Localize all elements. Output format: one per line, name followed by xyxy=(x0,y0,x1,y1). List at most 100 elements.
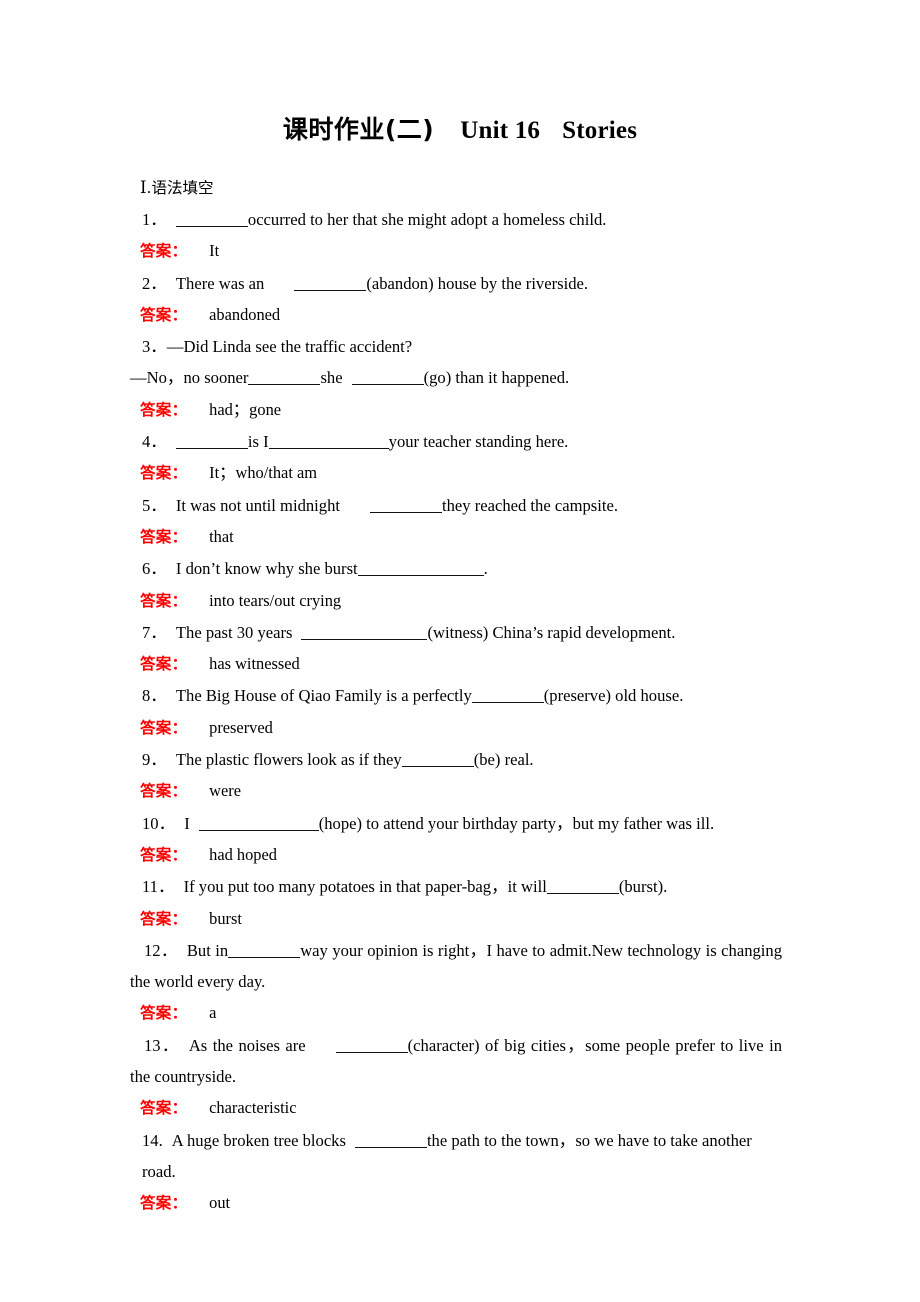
answer-blank[interactable] xyxy=(546,880,619,895)
answer-row: 答案： It xyxy=(140,235,920,267)
answer-blank[interactable] xyxy=(351,371,424,386)
answer-value: were xyxy=(209,781,241,801)
question-answer-list: 1． occurred to her that she might adopt a… xyxy=(0,204,920,1220)
answer-value: into tears/out crying xyxy=(209,590,342,610)
question-text: As the noises are xyxy=(188,1035,306,1055)
answer-value: out xyxy=(209,1193,231,1213)
answer-colon: ： xyxy=(171,718,188,737)
question-item: 14. A huge broken tree blocks the path to … xyxy=(142,1125,920,1188)
question-item: 6． I don’t know why she burst. xyxy=(142,553,920,584)
answer-row: 答案： It；who/that am xyxy=(140,457,920,489)
answer-label: 答案 xyxy=(140,1004,172,1023)
answer-label: 答案 xyxy=(140,909,172,928)
question-text-cont: your teacher standing here. xyxy=(388,432,569,452)
answer-blank[interactable] xyxy=(357,562,484,577)
question-text: —Did Linda see the traffic accident? xyxy=(166,337,413,357)
answer-label: 答案 xyxy=(140,305,172,324)
question-number: 14. xyxy=(142,1130,163,1150)
answer-blank[interactable] xyxy=(471,689,544,704)
answer-blank[interactable] xyxy=(175,213,248,227)
question-text-cont: (be) real. xyxy=(473,750,534,770)
question-text-cont: (burst). xyxy=(618,877,668,897)
answer-label: 答案 xyxy=(140,400,172,419)
question-item: 3．—Did Linda see the traffic accident? xyxy=(142,331,920,362)
answer-row: 答案： were xyxy=(140,775,920,807)
answer-colon: ： xyxy=(171,527,188,546)
answer-value: abandoned xyxy=(209,304,281,324)
answer-blank[interactable] xyxy=(354,1134,427,1148)
question-item: 13． As the noises are (character) of big c… xyxy=(130,1030,782,1093)
question-text: There was an xyxy=(175,273,265,293)
question-number: 2． xyxy=(142,273,167,293)
question-text-cont: (abandon) house by the riverside. xyxy=(366,273,589,293)
question-text: It was not until midnight xyxy=(175,495,340,515)
answer-value: It xyxy=(209,241,220,261)
answer-row: 答案： that xyxy=(140,521,920,553)
question-text-cont: (hope) to attend your birthday party，but… xyxy=(318,813,715,833)
question-text: The past 30 years xyxy=(175,622,293,642)
section-heading: Ⅰ.语法填空 xyxy=(140,172,920,204)
answer-row: 答案： preserved xyxy=(140,712,920,744)
question-item: 12． But in way your opinion is right，I hav… xyxy=(130,935,782,998)
question-number: 13． xyxy=(144,1035,180,1055)
answer-label: 答案 xyxy=(140,464,172,483)
answer-label: 答案 xyxy=(140,845,172,864)
question-text: The Big House of Qiao Family is a perfec… xyxy=(175,686,472,706)
answer-label: 答案 xyxy=(140,1099,172,1118)
question-number: 5． xyxy=(142,495,167,515)
answer-blank[interactable] xyxy=(301,626,428,640)
answer-value: had；gone xyxy=(209,399,282,419)
answer-blank[interactable] xyxy=(369,499,442,513)
answer-colon: ： xyxy=(171,400,188,419)
question-number: 9． xyxy=(142,750,167,770)
answer-colon: ： xyxy=(171,909,188,928)
page-title: 课时作业(二) Unit 16 Stories xyxy=(0,113,920,148)
answer-blank[interactable] xyxy=(294,277,367,291)
question-text-cont: they reached the campsite. xyxy=(441,495,618,515)
question-item: 5． It was not until midnight they reached … xyxy=(142,490,920,521)
answer-label: 答案 xyxy=(140,242,172,261)
answer-blank[interactable] xyxy=(175,435,248,450)
question-text-cont: (preserve) old house. xyxy=(543,686,684,706)
question-item-continuation: —No，no sooner she (go) than it happened. xyxy=(130,362,920,393)
answer-blank[interactable] xyxy=(198,817,319,831)
answer-row: 答案： a xyxy=(140,997,920,1029)
answer-row: 答案： had hoped xyxy=(140,839,920,871)
question-text-cont: (go) than it happened. xyxy=(423,368,570,388)
answer-label: 答案 xyxy=(140,591,172,610)
answer-row: 答案： into tears/out crying xyxy=(140,585,920,617)
answer-blank[interactable] xyxy=(228,944,301,958)
answer-colon: ： xyxy=(171,591,188,610)
answer-label: 答案 xyxy=(140,527,172,546)
question-item: 8． The Big House of Qiao Family is a perf… xyxy=(142,680,920,711)
question-text: If you put too many potatoes in that pap… xyxy=(183,877,547,897)
answer-value: It；who/that am xyxy=(209,463,318,483)
question-item: 4． is I your teacher standing here. xyxy=(142,426,920,457)
question-item: 11． If you put too many potatoes in that … xyxy=(142,871,920,902)
answer-blank[interactable] xyxy=(335,1039,408,1053)
question-number: 7． xyxy=(142,622,167,642)
question-number: 10． xyxy=(142,813,176,833)
answer-colon: ： xyxy=(171,1004,188,1023)
answer-blank[interactable] xyxy=(248,371,321,386)
question-number: 4． xyxy=(142,432,167,452)
answer-blank[interactable] xyxy=(401,753,474,768)
answer-label: 答案 xyxy=(140,1194,172,1213)
question-text-mid: is I xyxy=(247,432,269,452)
question-text: occurred to her that she might adopt a h… xyxy=(247,210,607,229)
answer-label: 答案 xyxy=(140,655,172,674)
question-text-cont: (witness) China’s rapid development. xyxy=(427,622,676,642)
answer-colon: ： xyxy=(171,242,188,261)
answer-colon: ： xyxy=(171,464,188,483)
question-item: 9． The plastic flowers look as if they (be… xyxy=(142,744,920,775)
section-label: .语法填空 xyxy=(146,179,214,197)
page-title-unit: Unit 16 xyxy=(460,117,541,144)
answer-value: that xyxy=(209,526,234,546)
question-text: A huge broken tree blocks xyxy=(171,1130,346,1150)
answer-value: burst xyxy=(209,908,242,928)
answer-blank[interactable] xyxy=(268,435,389,450)
question-number: 11． xyxy=(142,877,175,897)
answer-row: 答案： out xyxy=(140,1187,920,1219)
question-text: But in xyxy=(186,940,229,960)
answer-value: preserved xyxy=(209,717,273,737)
